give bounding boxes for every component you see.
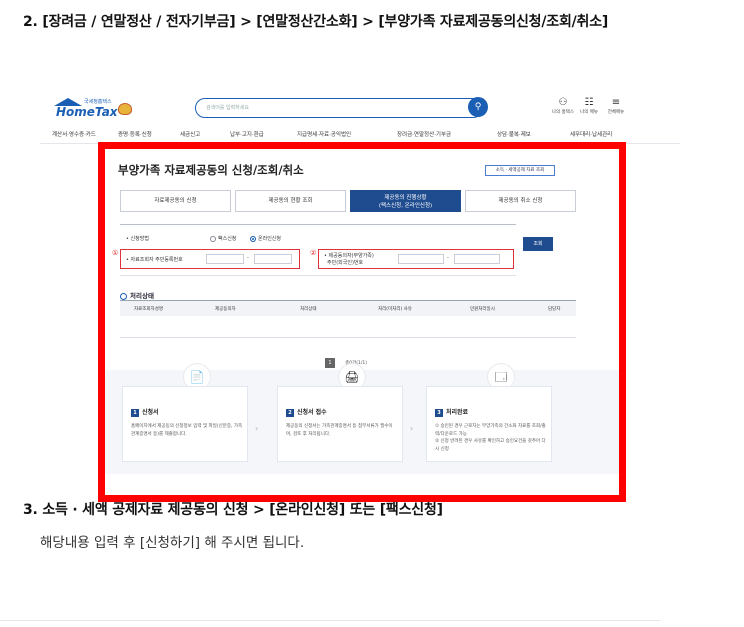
nav-item[interactable]: 세금신고 bbox=[180, 130, 200, 138]
field2-input-front[interactable] bbox=[398, 254, 444, 264]
field2-input-back[interactable] bbox=[454, 254, 500, 264]
radio-label: 온라인신청 bbox=[258, 236, 282, 242]
nav-item[interactable]: 계산서·영수증·카드 bbox=[52, 130, 96, 138]
search-icon[interactable]: ⚲ bbox=[468, 97, 488, 117]
step-title-text: 처리완료 bbox=[446, 409, 469, 416]
tab-sublabel: (팩스신청, 온라인신청) bbox=[378, 203, 433, 209]
page-number[interactable]: 1 bbox=[325, 357, 335, 368]
column-header: 처리상태 bbox=[300, 307, 317, 312]
field2-label-sub: 주민(외국인)번호 bbox=[327, 260, 364, 266]
hamburger-icon: ≡ bbox=[611, 97, 621, 108]
column-header: 제공동의자 bbox=[215, 307, 236, 312]
utility-label: 나의 메뉴 bbox=[580, 110, 598, 115]
step-number: 2 bbox=[286, 408, 294, 417]
hometax-logo[interactable]: 국세청홈택스 HomeTax bbox=[52, 98, 142, 120]
hometax-screenshot: 국세청홈택스 HomeTax 검색어를 입력하세요 ⚲ ⚇ 나의 홈택스 ☷ 나… bbox=[40, 80, 680, 480]
my-hometax-button[interactable]: ⚇ 나의 홈택스 bbox=[551, 97, 575, 115]
column-header: 처리(미처리) 사유 bbox=[378, 307, 412, 312]
field1-input-front[interactable] bbox=[206, 254, 244, 264]
step-desc: ① 승인된 경우 근로자는 부양가족의 간소화 자료를 조회/출력/다운로드 가… bbox=[435, 424, 546, 452]
nav-item[interactable]: 증명·등록·신청 bbox=[118, 130, 152, 138]
search-input[interactable]: 검색어를 입력하세요 bbox=[195, 98, 483, 118]
step-title-text: 신청서 접수 bbox=[297, 409, 327, 416]
column-header: 담당자 bbox=[548, 307, 561, 312]
user-icon: ⚇ bbox=[558, 97, 568, 108]
lookup-button[interactable]: 조회 bbox=[523, 237, 553, 251]
step3-heading: 3. 소득 · 세액 공제자료 제공동의 신청 > [온라인신청] 또는 [팩스… bbox=[23, 502, 443, 518]
tab-consent-apply[interactable]: 자료제공동의 신청 bbox=[120, 190, 231, 212]
tab-consent-status[interactable]: 제공동의 현황 조회 bbox=[235, 190, 346, 212]
field1-dash: - bbox=[247, 255, 249, 261]
utility-label: 전체메뉴 bbox=[607, 110, 625, 115]
utility-label: 나의 홈택스 bbox=[551, 110, 575, 115]
chevron-right-icon: › bbox=[255, 424, 259, 433]
search-placeholder: 검색어를 입력하세요 bbox=[206, 105, 249, 111]
all-menu-button[interactable]: ≡ 전체메뉴 bbox=[604, 97, 628, 115]
radio-checked-icon bbox=[250, 235, 256, 242]
apply-method-label: • 신청방법 bbox=[126, 236, 149, 242]
step-title: 1 신청서 bbox=[131, 407, 159, 417]
step-card-3: 3 처리완료 ① 승인된 경우 근로자는 부양가족의 간소화 자료를 조회/출력/… bbox=[426, 386, 552, 462]
my-menu-button[interactable]: ☷ 나의 메뉴 bbox=[577, 97, 601, 115]
menu-list-icon: ☷ bbox=[584, 97, 594, 108]
radio-online[interactable]: 온라인신청 bbox=[250, 235, 281, 242]
nav-item[interactable]: 장려금·연말정산·기부금 bbox=[397, 130, 451, 138]
step3-instruction: 해당내용 입력 후 [신청하기] 해 주시면 됩니다. bbox=[40, 535, 305, 551]
logo-subtitle: 국세청홈택스 bbox=[84, 99, 112, 105]
field2-dash: - bbox=[447, 255, 449, 261]
tab-consent-cancel[interactable]: 제공동의 취소 신청 bbox=[465, 190, 576, 212]
radio-label: 팩스신청 bbox=[218, 236, 237, 242]
status-table-body bbox=[120, 316, 576, 338]
consent-panel: 부양가족 자료제공동의 신청/조회/취소 소득 · 세액공제 자료 조회 자료제… bbox=[100, 144, 620, 474]
search-form: • 신청방법 팩스신청 온라인신청 ① • 자료조회자 주민등록번호 - ② •… bbox=[112, 224, 516, 276]
radio-circle-icon bbox=[210, 235, 216, 242]
step-number: 3 bbox=[435, 408, 443, 417]
deduction-data-link[interactable]: 소득 · 세액공제 자료 조회 bbox=[485, 165, 555, 176]
logo-name: HomeTax bbox=[56, 105, 118, 119]
nav-item[interactable]: 지급명세·자료·공익법인 bbox=[297, 130, 351, 138]
field1-label: • 자료조회자 주민등록번호 bbox=[126, 257, 183, 263]
step-title-text: 신청서 bbox=[142, 409, 159, 416]
main-nav: 계산서·영수증·카드 증명·등록·신청 세금신고 납부·고지·환급 지급명세·자… bbox=[52, 130, 680, 142]
field2-label: • 제공동의자(부양가족) bbox=[324, 253, 374, 259]
step-desc: 제공동의 신청서는 가족관계증명서 등 첨부서류가 필수이며, 검토 후 처리됩… bbox=[286, 424, 393, 437]
status-table-header: 자료조회자성명 제공동의자 처리상태 처리(미처리) 사유 민원처리일시 담당자 bbox=[120, 300, 576, 316]
column-header: 민원처리일시 bbox=[470, 307, 495, 312]
nav-item[interactable]: 상담·불복·제보 bbox=[497, 130, 531, 138]
panel-title: 부양가족 자료제공동의 신청/조회/취소 bbox=[118, 163, 304, 177]
bottom-divider bbox=[0, 620, 660, 621]
nav-item[interactable]: 세무대리·납세관리 bbox=[570, 130, 612, 138]
status-table: 자료조회자성명 제공동의자 처리상태 처리(미처리) 사유 민원처리일시 담당자 bbox=[120, 300, 576, 342]
step2-heading: 2. [장려금 / 연말정산 / 전자기부금] > [연말정산간소화] > [부… bbox=[23, 14, 609, 30]
step-desc: 홈페이지에서 제공동의 신청정보 입력 및 파일(신분증, 가족관계증명서 등)… bbox=[131, 424, 243, 437]
field1-input-back[interactable] bbox=[254, 254, 292, 264]
tab-label: 제공동의 진행상황 bbox=[384, 195, 427, 201]
chevron-right-icon: › bbox=[410, 424, 414, 433]
tab-consent-progress[interactable]: 제공동의 진행상황 (팩스신청, 온라인신청) bbox=[350, 190, 461, 212]
step-title: 3 처리완료 bbox=[435, 407, 468, 417]
marker-1: ① bbox=[112, 249, 119, 257]
marker-2: ② bbox=[310, 249, 317, 257]
panel-tabs: 자료제공동의 신청 제공동의 현황 조회 제공동의 진행상황 (팩스신청, 온라… bbox=[120, 190, 576, 212]
step-number: 1 bbox=[131, 408, 139, 417]
mascot-bird-icon bbox=[118, 103, 132, 115]
step-title: 2 신청서 접수 bbox=[286, 407, 327, 417]
step-card-2: 2 신청서 접수 제공동의 신청서는 가족관계증명서 등 첨부서류가 필수이며, … bbox=[277, 386, 403, 462]
step-card-1: 1 신청서 홈페이지에서 제공동의 신청정보 입력 및 파일(신분증, 가족관계증… bbox=[122, 386, 248, 462]
nav-item[interactable]: 납부·고지·환급 bbox=[230, 130, 264, 138]
status-section-title: 처리상태 bbox=[120, 290, 154, 300]
column-header: 자료조회자성명 bbox=[134, 307, 163, 312]
radio-fax[interactable]: 팩스신청 bbox=[210, 235, 236, 242]
